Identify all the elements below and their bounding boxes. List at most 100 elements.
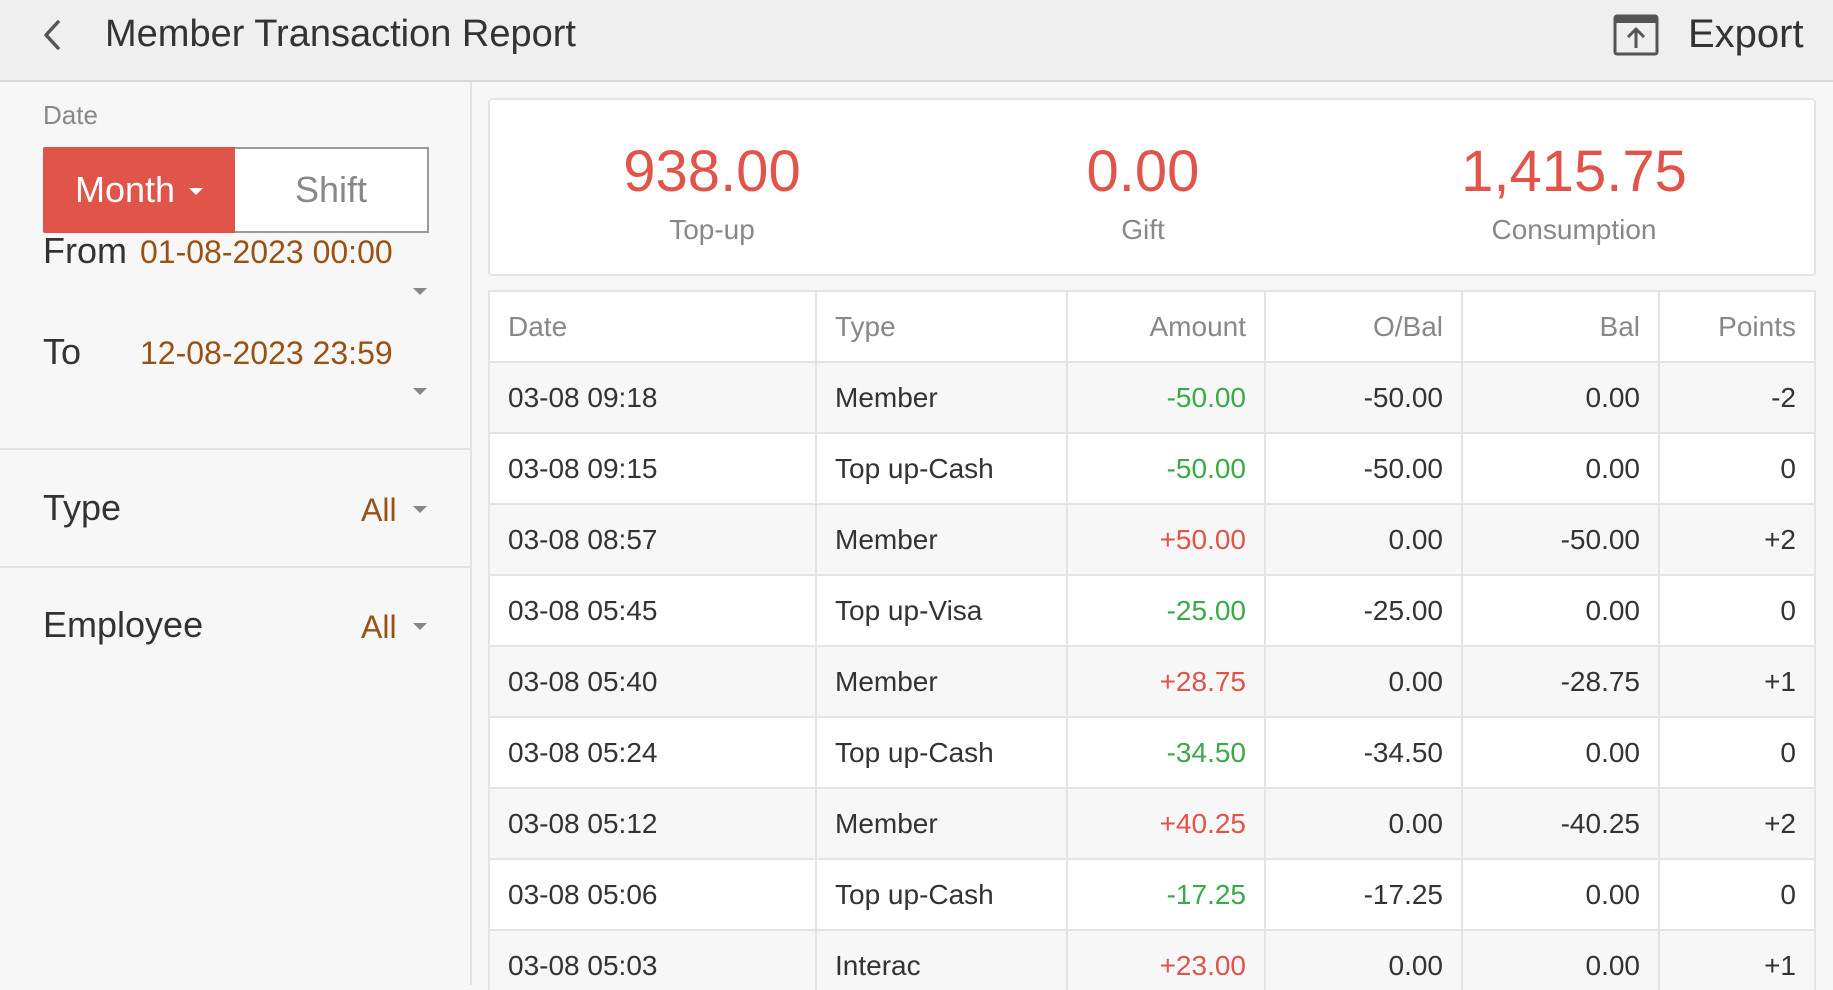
caret-down-icon[interactable] bbox=[413, 506, 427, 513]
period-segmented-control: Month Shift bbox=[43, 147, 429, 233]
divider bbox=[0, 448, 470, 450]
cell-date: 03-08 05:03 bbox=[490, 931, 817, 990]
divider bbox=[0, 566, 470, 568]
cell-points: -2 bbox=[1771, 381, 1796, 413]
cell-type: Top up-Cash bbox=[817, 860, 1068, 929]
column-header-obal[interactable]: O/Bal bbox=[1266, 292, 1463, 361]
employee-label: Employee bbox=[43, 604, 204, 645]
cell-points: 0 bbox=[1780, 736, 1796, 768]
table-header: Date Type Amount O/Bal Bal Points bbox=[490, 292, 1814, 363]
topup-stat: 938.00 Top-up bbox=[502, 140, 922, 246]
column-header-points[interactable]: Points bbox=[1660, 292, 1814, 361]
shift-button[interactable]: Shift bbox=[235, 147, 429, 233]
cell-date: 03-08 05:06 bbox=[490, 860, 817, 929]
cell-amount: +23.00 bbox=[1068, 931, 1266, 990]
cell-date: 03-08 05:12 bbox=[490, 789, 817, 858]
table-row[interactable]: 03-08 05:03 Interac +23.00 0.00 0.00 +1 bbox=[490, 931, 1814, 990]
cell-bal: -50.00 bbox=[1463, 505, 1660, 574]
export-label: Export bbox=[1688, 11, 1804, 56]
cell-obal: -25.00 bbox=[1266, 576, 1463, 645]
type-dropdown[interactable]: All bbox=[361, 492, 397, 529]
month-label: Month bbox=[74, 169, 176, 210]
cell-points: +1 bbox=[1764, 665, 1796, 697]
page-title: Member Transaction Report bbox=[105, 13, 576, 55]
top-bar: Member Transaction Report Export bbox=[0, 0, 1833, 82]
column-header-bal[interactable]: Bal bbox=[1463, 292, 1660, 361]
caret-down-icon[interactable] bbox=[413, 388, 427, 395]
column-header-type[interactable]: Type bbox=[817, 292, 1068, 361]
cell-bal: 0.00 bbox=[1463, 718, 1660, 787]
column-header-date[interactable]: Date bbox=[490, 292, 817, 361]
shift-label: Shift bbox=[294, 169, 368, 210]
back-button[interactable] bbox=[30, 12, 76, 58]
table-row[interactable]: 03-08 05:45 Top up-Visa -25.00 -25.00 0.00 0 bbox=[490, 576, 1814, 647]
export-icon bbox=[1613, 14, 1659, 56]
type-label: Type bbox=[43, 487, 122, 528]
cell-amount: +50.00 bbox=[1068, 505, 1266, 574]
cell-obal: -17.25 bbox=[1266, 860, 1463, 929]
topup-value: 938.00 bbox=[623, 139, 801, 204]
from-label: From bbox=[43, 230, 127, 271]
cell-points: +2 bbox=[1764, 523, 1796, 555]
cell-points: +2 bbox=[1764, 807, 1796, 839]
cell-type: Member bbox=[817, 789, 1068, 858]
cell-bal: 0.00 bbox=[1463, 576, 1660, 645]
caret-down-icon[interactable] bbox=[413, 623, 427, 630]
consumption-value: 1,415.75 bbox=[1461, 139, 1687, 204]
table-row[interactable]: 03-08 08:57 Member +50.00 0.00 -50.00 +2 bbox=[490, 505, 1814, 576]
cell-amount: -34.50 bbox=[1068, 718, 1266, 787]
cell-obal: 0.00 bbox=[1266, 789, 1463, 858]
cell-type: Member bbox=[817, 505, 1068, 574]
cell-bal: 0.00 bbox=[1463, 363, 1660, 432]
cell-obal: 0.00 bbox=[1266, 647, 1463, 716]
table-row[interactable]: 03-08 05:24 Top up-Cash -34.50 -34.50 0.00 0 bbox=[490, 718, 1814, 789]
to-date-value[interactable]: 12-08-2023 23:59 bbox=[140, 335, 393, 372]
cell-points: 0 bbox=[1780, 878, 1796, 910]
cell-obal: -34.50 bbox=[1266, 718, 1463, 787]
to-label: To bbox=[43, 331, 82, 372]
cell-points: +1 bbox=[1764, 949, 1796, 981]
table-row[interactable]: 03-08 05:40 Member +28.75 0.00 -28.75 +1 bbox=[490, 647, 1814, 718]
cell-bal: 0.00 bbox=[1463, 434, 1660, 503]
month-button[interactable]: Month bbox=[43, 147, 235, 233]
cell-bal: 0.00 bbox=[1463, 860, 1660, 929]
table-row[interactable]: 03-08 09:15 Top up-Cash -50.00 -50.00 0.00 0 bbox=[490, 434, 1814, 505]
caret-down-icon[interactable] bbox=[413, 288, 427, 295]
cell-amount: -25.00 bbox=[1068, 576, 1266, 645]
cell-type: Top up-Visa bbox=[817, 576, 1068, 645]
table-row[interactable]: 03-08 05:06 Top up-Cash -17.25 -17.25 0.00 0 bbox=[490, 860, 1814, 931]
employee-dropdown[interactable]: All bbox=[361, 609, 397, 646]
cell-bal: 0.00 bbox=[1463, 931, 1660, 990]
chevron-left-icon bbox=[44, 20, 60, 50]
consumption-stat: 1,415.75 Consumption bbox=[1364, 140, 1784, 246]
from-date-value[interactable]: 01-08-2023 00:00 bbox=[140, 234, 393, 271]
column-header-amount[interactable]: Amount bbox=[1068, 292, 1266, 361]
table-row[interactable]: 03-08 05:12 Member +40.25 0.00 -40.25 +2 bbox=[490, 789, 1814, 860]
cell-amount: -50.00 bbox=[1068, 434, 1266, 503]
summary-card: 938.00 Top-up 0.00 Gift 1,415.75 Consump… bbox=[488, 98, 1816, 276]
topup-label: Top-up bbox=[669, 214, 755, 245]
cell-obal: -50.00 bbox=[1266, 363, 1463, 432]
cell-date: 03-08 05:40 bbox=[490, 647, 817, 716]
cell-amount: +40.25 bbox=[1068, 789, 1266, 858]
cell-type: Interac bbox=[817, 931, 1068, 990]
export-button[interactable]: Export bbox=[1612, 6, 1804, 62]
caret-down-icon bbox=[189, 187, 204, 195]
cell-bal: -40.25 bbox=[1463, 789, 1660, 858]
cell-obal: 0.00 bbox=[1266, 505, 1463, 574]
date-caption: Date bbox=[43, 100, 98, 130]
cell-points: 0 bbox=[1780, 594, 1796, 626]
table-row[interactable]: 03-08 09:18 Member -50.00 -50.00 0.00 -2 bbox=[490, 363, 1814, 434]
cell-date: 03-08 09:18 bbox=[490, 363, 817, 432]
cell-date: 03-08 05:45 bbox=[490, 576, 817, 645]
consumption-label: Consumption bbox=[1491, 214, 1657, 245]
cell-amount: -50.00 bbox=[1068, 363, 1266, 432]
gift-stat: 0.00 Gift bbox=[933, 140, 1353, 246]
cell-amount: -17.25 bbox=[1068, 860, 1266, 929]
cell-date: 03-08 09:15 bbox=[490, 434, 817, 503]
cell-obal: 0.00 bbox=[1266, 931, 1463, 990]
filter-sidebar: Date Month Shift From 01-08-2023 00:00 T… bbox=[0, 82, 472, 985]
cell-type: Top up-Cash bbox=[817, 718, 1068, 787]
cell-date: 03-08 05:24 bbox=[490, 718, 817, 787]
cell-type: Member bbox=[817, 647, 1068, 716]
